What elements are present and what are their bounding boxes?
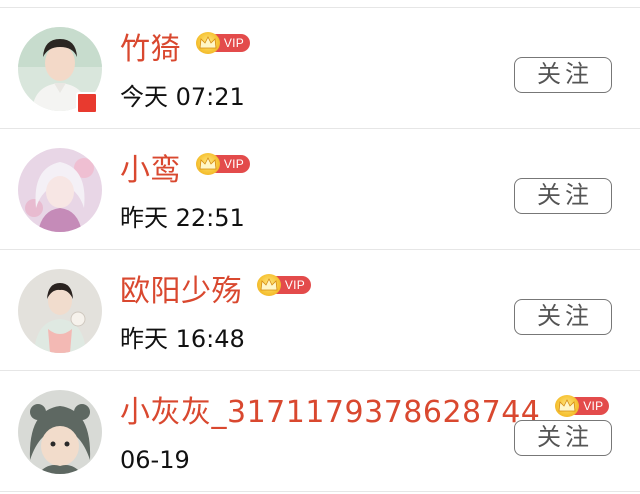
red-flag-badge <box>76 92 98 114</box>
avatar[interactable] <box>18 390 102 474</box>
follow-button[interactable]: 关注 <box>514 420 612 456</box>
follow-time: 今天 07:21 <box>120 83 245 111</box>
user-name[interactable]: 竹猗 <box>120 30 181 70</box>
vip-badge: VIP <box>196 32 252 54</box>
list-item[interactable]: 欧阳少殇 VIP 昨天 16:48 关注 <box>0 249 640 369</box>
avatar[interactable] <box>18 269 102 353</box>
list-item[interactable]: 小灰灰_3171179378628744 VIP 06-19 关注 <box>0 370 640 490</box>
crown-icon <box>196 32 221 54</box>
follow-time: 06-19 <box>120 446 190 474</box>
crown-icon <box>196 153 221 175</box>
follow-time: 昨天 16:48 <box>120 325 245 353</box>
vip-badge: VIP <box>196 153 252 175</box>
follow-list: 竹猗 VIP 今天 07:21 关注 小鸾 VIP 昨天 22:51 关注 欧阳… <box>0 0 640 494</box>
follow-button[interactable]: 关注 <box>514 178 612 214</box>
user-name[interactable]: 欧阳少殇 <box>120 272 242 312</box>
follow-button[interactable]: 关注 <box>514 57 612 93</box>
avatar-anime-girl <box>18 148 102 232</box>
list-item[interactable]: 竹猗 VIP 今天 07:21 关注 <box>0 7 640 127</box>
user-name[interactable]: 小鸾 <box>120 151 181 191</box>
user-name[interactable]: 小灰灰_3171179378628744 <box>120 393 540 433</box>
follow-time: 昨天 22:51 <box>120 204 245 232</box>
list-item[interactable]: 小鸾 VIP 昨天 22:51 关注 <box>0 128 640 248</box>
name-line: 小鸾 VIP <box>120 151 252 191</box>
avatar-woman-hanfu <box>18 269 102 353</box>
crown-icon <box>257 274 282 296</box>
follow-button[interactable]: 关注 <box>514 299 612 335</box>
name-line: 欧阳少殇 VIP <box>120 272 313 312</box>
vip-badge: VIP <box>257 274 313 296</box>
vip-badge: VIP <box>555 395 611 417</box>
divider <box>0 491 640 492</box>
name-line: 竹猗 VIP <box>120 30 252 70</box>
avatar[interactable] <box>18 148 102 232</box>
avatar-baby-hood <box>18 390 102 474</box>
